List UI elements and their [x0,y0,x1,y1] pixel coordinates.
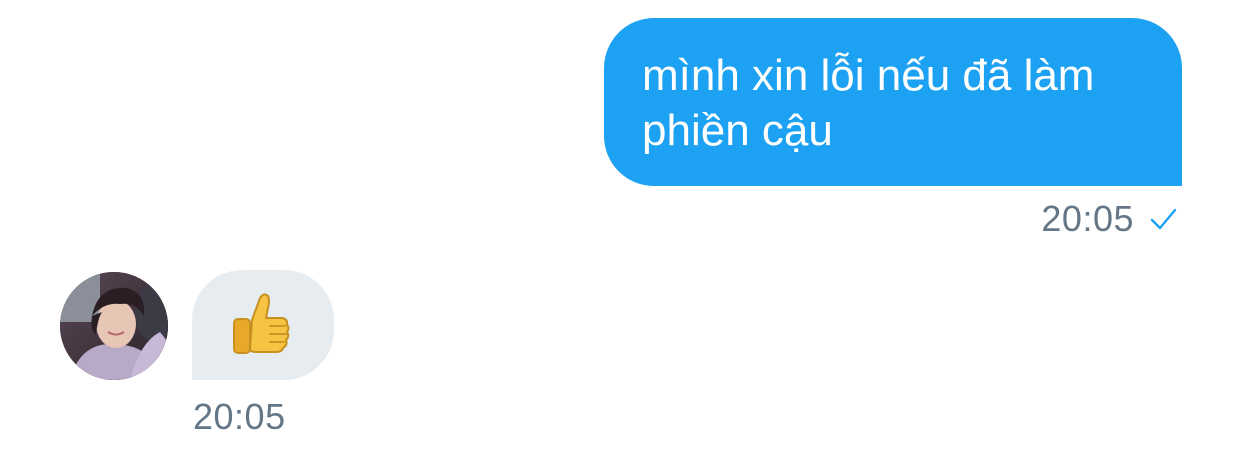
incoming-message-bubble[interactable] [192,270,334,380]
outgoing-message-line: phiền cậu [642,106,833,155]
checkmark-icon [1148,204,1178,234]
outgoing-message-bubble[interactable]: mình xin lỗi nếu đã làm phiền cậu [604,18,1182,186]
thumbs-up-icon [230,292,292,358]
outgoing-timestamp: 20:05 [1041,198,1134,239]
chat-thread: mình xin lỗi nếu đã làm phiền cậu 20:05 [0,0,1242,452]
outgoing-message-line: mình xin lỗi nếu đã làm [642,51,1095,100]
outgoing-message-meta: 20:05 [1041,198,1178,240]
incoming-timestamp: 20:05 [193,396,286,437]
avatar[interactable] [60,272,168,380]
